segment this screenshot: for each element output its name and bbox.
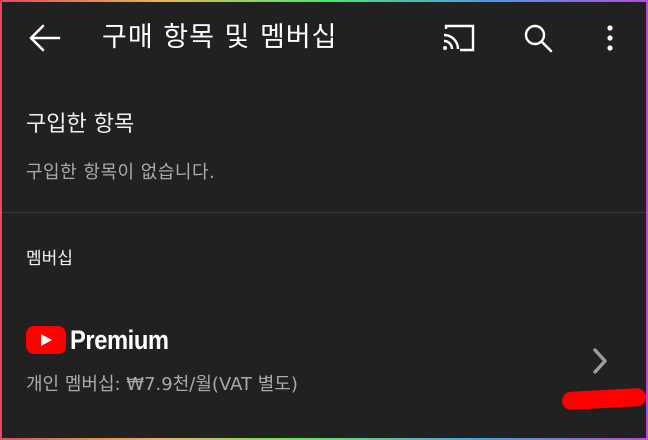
page-title: 구매 항목 및 멤버십	[102, 22, 338, 53]
purchases-section	[0, 76, 648, 212]
purchases-empty-text: 구입한 항목이 없습니다.	[26, 162, 216, 183]
search-button[interactable]	[516, 16, 560, 60]
purchases-title: 구입한 항목	[26, 112, 135, 137]
membership-heading: 멤버십	[26, 249, 73, 269]
more-vertical-icon	[607, 25, 613, 51]
search-icon	[524, 24, 553, 53]
section-divider	[0, 212, 648, 213]
top-app-bar: 구매 항목 및 멤버십	[0, 0, 648, 76]
cast-icon	[443, 24, 475, 52]
arrow-back-icon	[29, 24, 61, 52]
membership-plan-text: 개인 멤버십: ₩7.9천/월(VAT 별도)	[26, 374, 298, 395]
youtube-play-icon	[26, 326, 66, 354]
more-options-button[interactable]	[588, 16, 632, 60]
chevron-right-icon[interactable]	[586, 344, 614, 378]
back-button[interactable]	[22, 16, 66, 60]
youtube-premium-logo: Premium	[26, 322, 182, 358]
premium-brand-text: Premium	[70, 324, 169, 355]
cast-button[interactable]	[436, 16, 480, 60]
premium-membership-row[interactable]	[0, 300, 648, 420]
